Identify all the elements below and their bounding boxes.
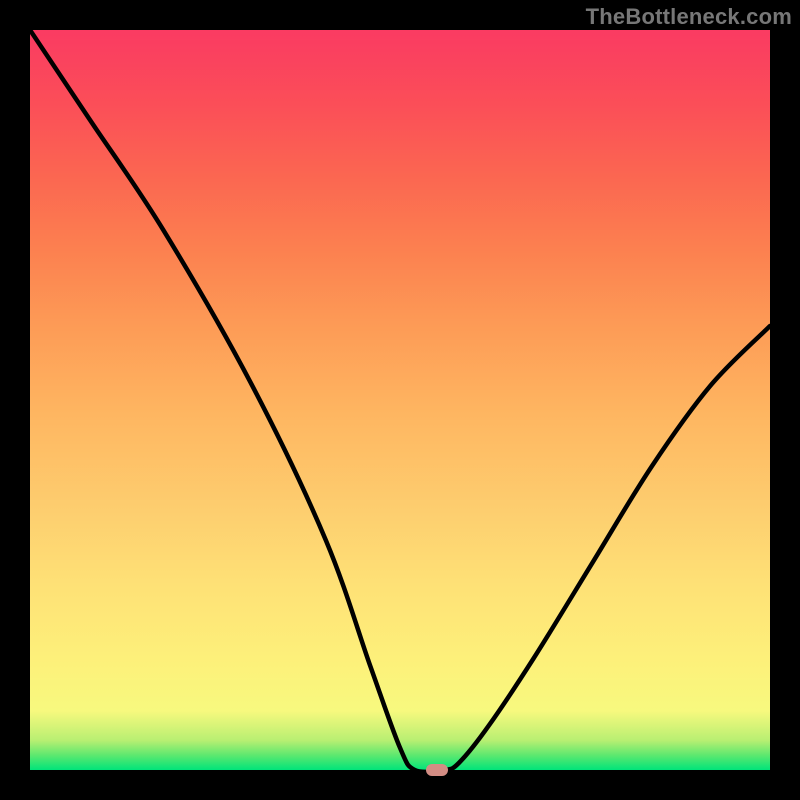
plot-area xyxy=(30,30,770,770)
curve-path xyxy=(30,30,770,770)
optimal-marker xyxy=(426,764,448,776)
watermark-text: TheBottleneck.com xyxy=(586,4,792,30)
chart-frame: TheBottleneck.com xyxy=(0,0,800,800)
bottleneck-curve xyxy=(30,30,770,770)
